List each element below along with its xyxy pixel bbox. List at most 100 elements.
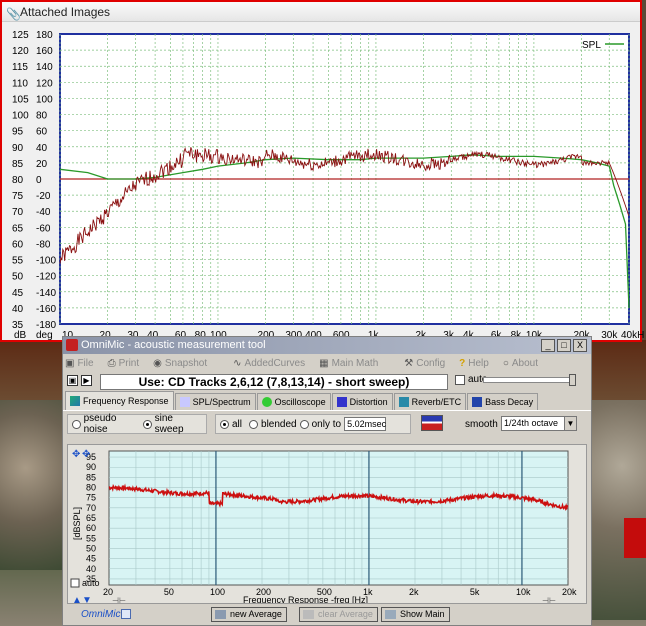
axis-tick-label: 85	[86, 472, 96, 482]
x-left-shrink-icon: ⊣⊢	[112, 596, 126, 603]
axis-tick-label: 45	[12, 288, 24, 299]
frequency-response-panel: 95 90 85 80 75 70 65 60 55 50 45 40 35 [dBSPL] 20 50 100…	[67, 444, 587, 606]
background-rock-left	[0, 400, 64, 570]
background-rock-right	[586, 400, 646, 620]
instruction-bar: ▣ ▶ Use: CD Tracks 2,6,12 (7,8,13,14) - …	[63, 372, 591, 392]
menu-print[interactable]: ⎙ Print	[108, 358, 140, 369]
x-tick-label: 40kHz	[621, 330, 644, 341]
menu-help[interactable]: ? Help	[459, 358, 489, 369]
axis-tick-label: -140	[36, 288, 56, 299]
level-slider-track[interactable]	[483, 377, 573, 383]
average-icon	[303, 610, 314, 619]
x-tick-label: 2k	[409, 587, 419, 597]
axis-tick-label: 90	[12, 143, 24, 154]
speaker-icon	[336, 397, 347, 407]
calculator-icon: ▦	[319, 357, 329, 369]
show-main-button[interactable]: Show Main	[381, 607, 450, 622]
menu-bar: ▣ File ⎙ Print ◉ Snapshot ∿ AddedCurves ▦ Mai…	[63, 354, 591, 372]
axis-tick-label: 90	[86, 462, 96, 472]
tab-spl-spectrum[interactable]: SPL/Spectrum	[174, 393, 256, 410]
attached-images-title: Attached Images	[20, 5, 111, 19]
menu-addedcurves[interactable]: ∿ AddedCurves	[233, 358, 305, 369]
axis-tick-label: 80	[36, 111, 48, 122]
smooth-label: smooth	[465, 419, 498, 430]
legend-label: SPL	[582, 40, 601, 51]
app-icon	[66, 339, 78, 351]
axis-tick-label: 160	[36, 46, 53, 57]
axis-tick-label: 125	[12, 30, 29, 41]
auto-checkbox[interactable]	[455, 375, 465, 385]
pseudo-noise-radio[interactable]	[72, 419, 81, 429]
tab-oscilloscope[interactable]: Oscilloscope	[256, 393, 331, 410]
omnimic-logo: OmniMic	[81, 609, 121, 620]
gate-time-field[interactable]: 5.02msec	[344, 417, 386, 431]
axis-tick-label: -20	[36, 191, 51, 202]
frequency-response-graph[interactable]: 95908580757065605550454035[dBSPL]20 50 100…	[68, 445, 586, 606]
menu-about[interactable]: ○ About	[503, 358, 538, 369]
mode-button-2[interactable]: ▶	[81, 375, 92, 386]
x-tick-label: 20k	[562, 587, 577, 597]
mic-icon	[121, 609, 131, 619]
disk-icon: ▣	[65, 357, 75, 369]
menu-config[interactable]: ⚒ Config	[404, 358, 445, 369]
sine-sweep-radio[interactable]	[142, 419, 152, 429]
attached-frequency-graph[interactable]: 125 120 115 110 105 100 95 90 85 80 75 70 65 60 55 50 45…	[2, 24, 644, 342]
tab-bass-decay[interactable]: Bass Decay	[467, 393, 539, 410]
zoom-in-icon: ✥	[72, 449, 80, 460]
axis-tick-label: 110	[12, 78, 28, 89]
clear-average-button[interactable]: clear Average	[299, 607, 378, 622]
menu-main-math[interactable]: ▦ Main Math	[319, 358, 378, 369]
window-title: OmniMic - acoustic measurement tool	[81, 339, 266, 351]
y-axis-label: [dBSPL]	[72, 507, 82, 540]
maximize-button[interactable]: □	[557, 339, 571, 352]
axis-tick-label: 75	[12, 191, 24, 202]
blended-radio[interactable]	[249, 419, 259, 429]
axis-tick-label: 120	[12, 46, 29, 57]
x-tick-label: 5k	[470, 587, 480, 597]
axis-tick-label: 65	[12, 223, 24, 234]
x-tick-label: 100	[210, 587, 225, 597]
pan-icon: ✥	[82, 449, 90, 460]
smooth-select[interactable]: 1/24th octave ▼	[501, 416, 577, 431]
level-slider-thumb[interactable]	[569, 374, 576, 386]
new-average-button[interactable]: new Average	[211, 607, 287, 622]
bass-decay-icon	[472, 397, 483, 407]
x-tick-label: 10k	[516, 587, 531, 597]
paperclip-icon: 📎	[6, 7, 21, 21]
only-to-radio[interactable]	[299, 419, 309, 429]
minimize-button[interactable]: _	[541, 339, 555, 352]
x-tick-label: 30k	[601, 330, 618, 341]
axis-tick-label: 40	[36, 143, 48, 154]
freq-response-icon	[70, 396, 80, 406]
axis-tick-label: -80	[36, 239, 51, 250]
all-radio[interactable]	[220, 419, 229, 429]
close-button[interactable]: X	[573, 339, 587, 352]
window-titlebar[interactable]: OmniMic - acoustic measurement tool _ □ …	[63, 337, 591, 354]
tab-reverb-etc[interactable]: Reverb/ETC	[393, 393, 467, 410]
axis-tick-label: 65	[86, 513, 96, 523]
flag-icon[interactable]	[421, 415, 443, 431]
x-tick-label: 50	[164, 587, 174, 597]
axis-tick-label: 20	[36, 159, 48, 170]
tab-distortion[interactable]: Distortion	[331, 393, 393, 410]
gating-group: all blended only to 5.02msec	[215, 414, 411, 434]
tab-strip: Frequency Response SPL/Spectrum Oscillos…	[63, 391, 591, 411]
axis-tick-label: 180	[36, 30, 53, 41]
axis-tick-label: 40	[12, 304, 24, 315]
measurement-controls: pseudo noise sine sweep all blended only…	[67, 413, 587, 437]
axis-tick-label: 85	[12, 159, 24, 170]
mode-button-1[interactable]: ▣	[67, 375, 78, 386]
axis-tick-label: 70	[12, 207, 24, 218]
reverb-icon	[398, 397, 409, 407]
axis-tick-label: 60	[86, 523, 96, 533]
axis-tick-label: -100	[36, 256, 56, 267]
axis-tick-label: 55	[12, 256, 24, 267]
axis-tick-label: 45	[86, 554, 96, 564]
menu-file[interactable]: ▣ File	[65, 358, 94, 369]
omnimic-window: OmniMic - acoustic measurement tool _ □ …	[62, 336, 592, 626]
tab-frequency-response[interactable]: Frequency Response	[65, 391, 174, 410]
window-icon	[385, 610, 396, 619]
menu-snapshot[interactable]: ◉ Snapshot	[153, 358, 207, 369]
axis-tick-label: 120	[36, 78, 53, 89]
graph-auto-checkbox	[70, 578, 80, 588]
